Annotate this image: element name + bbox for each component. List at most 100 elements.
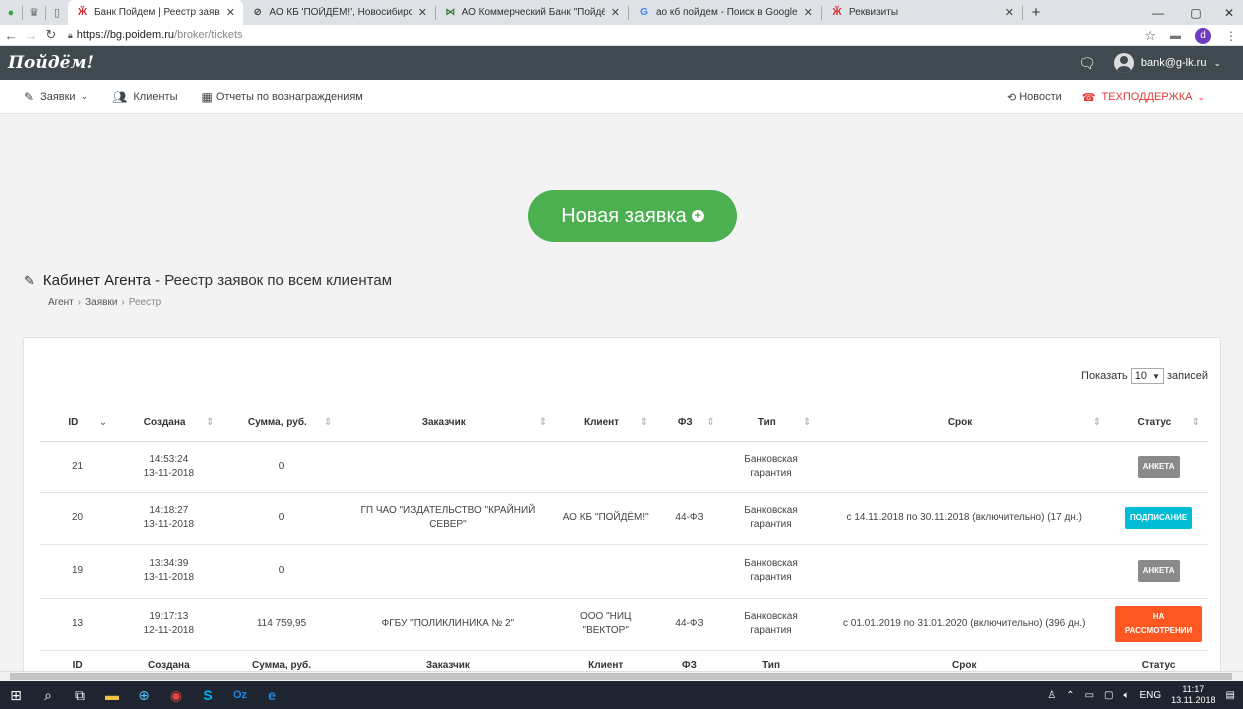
- column-header-id[interactable]: ID ⌄: [40, 405, 116, 442]
- sort-icon: ⇕: [206, 417, 215, 429]
- task-view-icon[interactable]: ⧉: [64, 681, 96, 709]
- tab-google-search[interactable]: G ао кб пойдем - Поиск в Google ✕: [629, 0, 821, 25]
- close-tab-icon[interactable]: ✕: [226, 6, 235, 19]
- cell-term: с 01.01.2019 по 31.01.2020 (включительно…: [819, 598, 1110, 651]
- edge-icon[interactable]: e: [256, 681, 288, 709]
- new-tab-button[interactable]: +: [1023, 0, 1049, 25]
- table-row[interactable]: 21 14:53:24 13-11-2018 0 Банковская гаран…: [40, 441, 1208, 493]
- sort-icon: ⇕: [1191, 417, 1200, 429]
- column-header-type[interactable]: Тип ⇕: [722, 405, 820, 442]
- cell-client: [555, 441, 657, 493]
- browser-menu-icon[interactable]: ⋮: [1225, 29, 1237, 43]
- extension-icon[interactable]: ●: [0, 0, 22, 25]
- column-header-fz[interactable]: ФЗ ⇕: [656, 405, 723, 442]
- scrollbar-thumb[interactable]: [10, 673, 1232, 680]
- caret-down-icon: ▼: [1152, 371, 1160, 381]
- url-host: https://bg.poidem.ru: [76, 29, 175, 41]
- people-icon[interactable]: ♙: [1047, 690, 1056, 701]
- tab-poidem-novosibirsk[interactable]: ⊘ АО КБ 'ПОЙДЁМ!', Новосибирск ✕: [243, 0, 435, 25]
- notification-icon[interactable]: ▤: [1226, 690, 1235, 701]
- search-icon[interactable]: ⌕: [32, 681, 64, 709]
- history-icon: ⟲: [1006, 91, 1017, 104]
- close-window-button[interactable]: ✕: [1215, 0, 1243, 25]
- cell-customer: ФГБУ "ПОЛИКЛИНИКА № 2": [340, 598, 556, 651]
- skype-icon[interactable]: S: [192, 681, 224, 709]
- breadcrumb-item-tickets[interactable]: Заявки: [85, 297, 117, 308]
- system-tray: ♙ ⌃ ▭ ▢ 🔈︎ ENG 11:17 13.11.2018 ▤: [1047, 681, 1235, 709]
- file-explorer-icon[interactable]: ▬: [96, 681, 128, 709]
- extension-icon[interactable]: ▬: [1170, 30, 1181, 42]
- reload-button[interactable]: ↻: [42, 27, 60, 43]
- column-header-customer[interactable]: Заказчик ⇕: [340, 405, 556, 442]
- close-tab-icon[interactable]: ✕: [418, 6, 427, 19]
- close-tab-icon[interactable]: ✕: [804, 6, 813, 19]
- google-favicon-icon: G: [640, 7, 648, 18]
- tab-commercial-bank[interactable]: ⋈ АО Коммерческий Банк "Пойдём!" ✕: [436, 0, 628, 25]
- chevron-down-icon: ⌄: [1213, 57, 1221, 68]
- close-tab-icon[interactable]: ✕: [611, 6, 620, 19]
- report-icon: ▦: [201, 89, 213, 104]
- clock[interactable]: 11:17 13.11.2018: [1171, 684, 1215, 706]
- news-link[interactable]: ⟲ Новости: [1007, 91, 1062, 104]
- battery-icon[interactable]: ▭: [1085, 690, 1094, 701]
- site-logo[interactable]: Пойдём!: [8, 53, 94, 73]
- forward-button[interactable]: →: [22, 28, 40, 43]
- profile-avatar[interactable]: d: [1195, 27, 1211, 44]
- column-header-term[interactable]: Срок ⇕: [819, 405, 1110, 442]
- nav-item-clients[interactable]: 👥︎ Клиенты: [112, 90, 177, 104]
- table-row[interactable]: 19 13:34:39 13-11-2018 0 Банковская гаран…: [40, 544, 1208, 599]
- page-size-select[interactable]: 10 ▼: [1130, 368, 1164, 384]
- windows-start-icon[interactable]: ⊞: [0, 681, 32, 709]
- column-header-status[interactable]: Статус ⇕: [1109, 405, 1208, 442]
- breadcrumb-separator: ›: [77, 297, 82, 308]
- volume-icon[interactable]: 🔈︎: [1123, 690, 1129, 701]
- column-header-client[interactable]: Клиент ⇕: [555, 405, 657, 442]
- close-tab-icon[interactable]: ✕: [1005, 6, 1014, 19]
- pinned-tab-icon[interactable]: ♛: [23, 0, 45, 25]
- breadcrumb-item-registry: Реестр: [128, 297, 162, 308]
- cell-created: 13:34:39 13-11-2018: [115, 544, 223, 599]
- language-indicator[interactable]: ENG: [1139, 690, 1161, 701]
- support-menu[interactable]: ☎ ТЕХПОДДЕРЖКА ⌄: [1082, 91, 1205, 104]
- table-row[interactable]: 20 14:18:27 13-11-2018 0 ГП ЧАО "ИЗДАТЕЛЬ…: [40, 492, 1208, 545]
- cell-customer: [340, 441, 556, 493]
- tab-poidem-registry[interactable]: Ӂ Банк Пойдем | Реестр заявок ✕: [68, 0, 243, 25]
- cell-sum: 0: [222, 492, 341, 545]
- minimize-button[interactable]: —: [1139, 0, 1177, 25]
- nav-item-reports[interactable]: ▦ Отчеты по вознаграждениям: [201, 90, 362, 104]
- tab-requisites[interactable]: Ӂ Реквизиты ✕: [822, 0, 1022, 25]
- chevron-up-icon[interactable]: ⌃: [1066, 690, 1074, 701]
- column-header-created[interactable]: Создана ⇕: [115, 405, 223, 442]
- cell-sum: 0: [222, 441, 341, 493]
- page-title: ✎ Кабинет Агента - Реестр заявок по всем…: [24, 272, 392, 289]
- back-button[interactable]: ←: [2, 28, 20, 43]
- table-row[interactable]: 13 19:17:13 12-11-2018 114 759,95 ФГБУ "П…: [40, 598, 1208, 651]
- nav-item-tickets[interactable]: ✎ Заявки ⌄: [24, 90, 88, 104]
- breadcrumb-item-agent[interactable]: Агент: [48, 297, 74, 308]
- status-badge: АНКЕТА: [1137, 455, 1180, 478]
- cell-client: [555, 544, 657, 599]
- horizontal-scrollbar[interactable]: [0, 671, 1243, 681]
- network-app-icon[interactable]: ⊕: [128, 681, 160, 709]
- cell-created: 14:53:24 13-11-2018: [115, 441, 223, 493]
- column-header-sum[interactable]: Сумма, руб. ⇕: [222, 405, 341, 442]
- page-size-value: 10: [1134, 370, 1148, 382]
- bookmark-star-icon[interactable]: ☆: [1144, 28, 1156, 44]
- network-icon[interactable]: ▢: [1104, 690, 1113, 701]
- new-ticket-button[interactable]: Новая заявка +: [528, 190, 737, 242]
- outlook-icon[interactable]: Oz: [224, 681, 256, 709]
- blank-page-icon[interactable]: ▯: [46, 0, 68, 25]
- network-favicon-icon: ⋈: [445, 7, 456, 18]
- sort-icon: ⇕: [538, 417, 548, 429]
- maximize-button[interactable]: ▢: [1177, 0, 1215, 25]
- browser-tabbar: ● ♛ ▯ Ӂ Банк Пойдем | Реестр заявок ✕ ⊘ …: [0, 0, 1243, 25]
- url-field[interactable]: 🔒︎ https://bg.poidem.ru/broker/tickets: [68, 29, 243, 41]
- chevron-down-icon: ⌄: [80, 91, 89, 101]
- cell-status: ПОДПИСАНИЕ: [1109, 492, 1208, 545]
- chrome-icon[interactable]: ◉: [160, 681, 192, 709]
- cell-created: 19:17:13 12-11-2018: [115, 598, 223, 651]
- support-icon: ☎: [1081, 91, 1096, 104]
- user-menu[interactable]: bank@g-lk.ru ⌄: [1113, 53, 1221, 73]
- chat-icon[interactable]: 🗨︎: [1078, 55, 1096, 72]
- cell-fz: [656, 544, 723, 599]
